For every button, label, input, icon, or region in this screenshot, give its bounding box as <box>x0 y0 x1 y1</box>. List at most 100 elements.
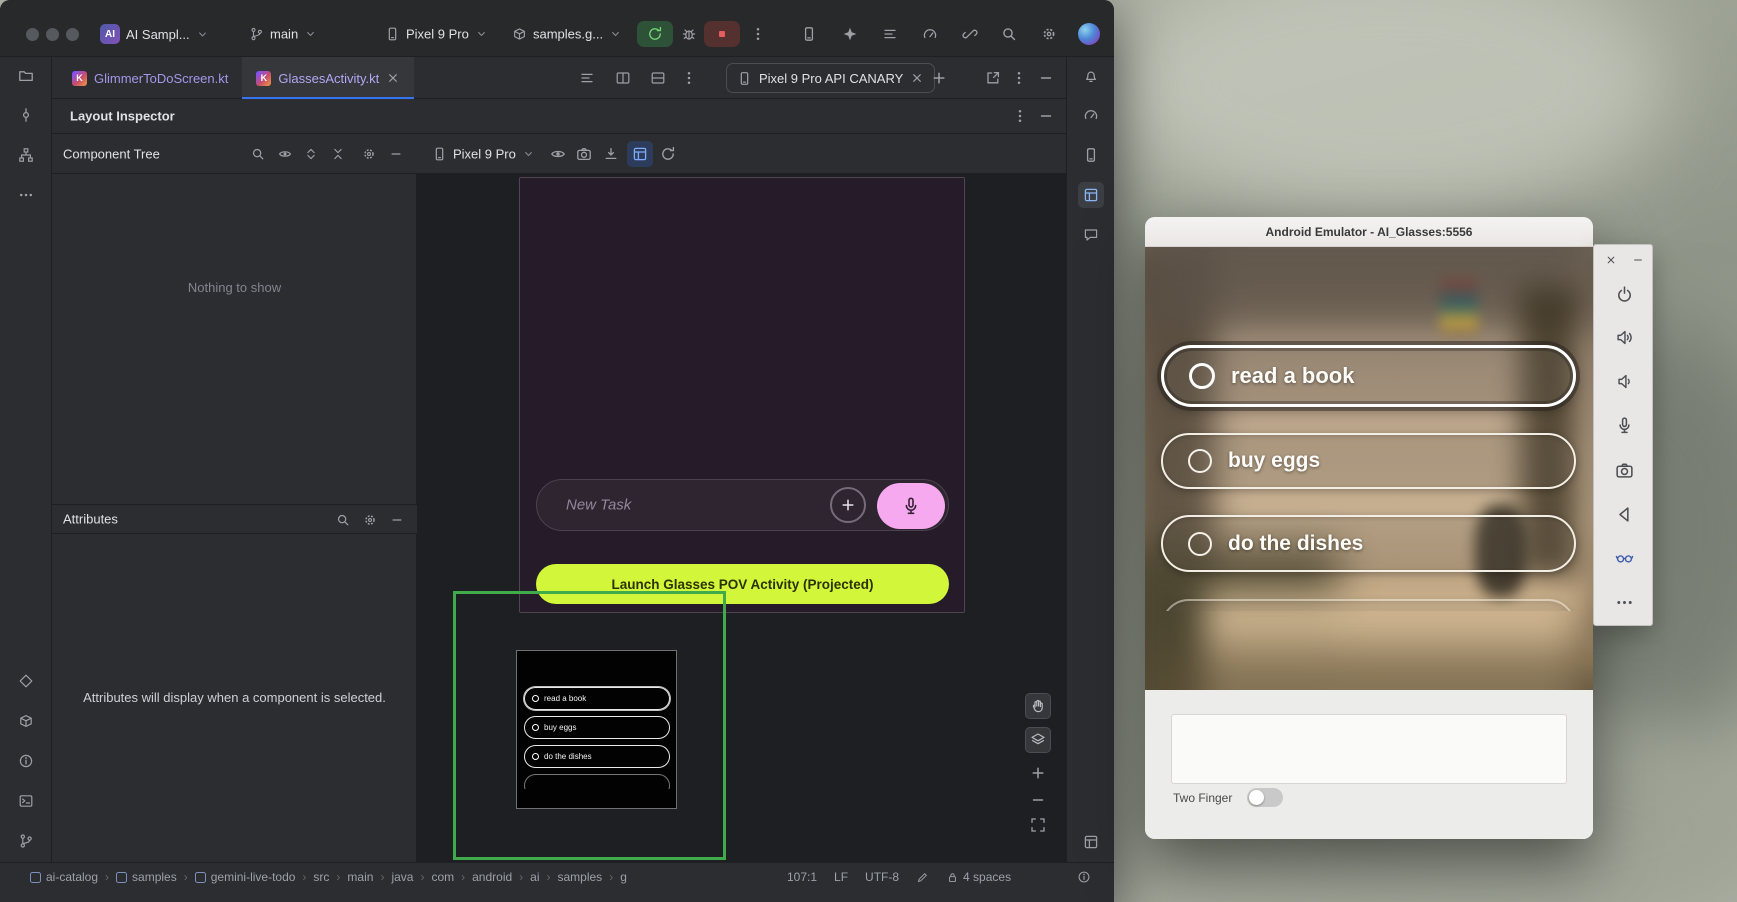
todo-checkbox-circle[interactable] <box>1188 449 1212 473</box>
microphone-button[interactable] <box>1611 412 1637 438</box>
open-in-window-button[interactable] <box>980 65 1006 91</box>
expand-all-button[interactable] <box>298 141 324 167</box>
refresh-render-button[interactable] <box>655 141 681 167</box>
close-tab-icon[interactable] <box>386 71 400 85</box>
volume-up-button[interactable] <box>1611 324 1637 350</box>
live-updates-button[interactable] <box>627 141 653 167</box>
tree-settings-button[interactable] <box>356 141 382 167</box>
services-tool-button[interactable] <box>13 668 39 694</box>
two-finger-toggle[interactable] <box>1247 788 1283 807</box>
power-button[interactable] <box>1611 281 1637 307</box>
launch-glasses-button[interactable]: Launch Glasses POV Activity (Projected) <box>536 564 949 604</box>
zoom-window-button[interactable] <box>66 28 79 41</box>
notifications-button[interactable] <box>1078 63 1104 89</box>
crumb-label[interactable]: g <box>620 870 627 884</box>
device-panel-options-button[interactable] <box>1006 65 1032 91</box>
editor-preview-button[interactable] <box>645 65 671 91</box>
close-device-tab-icon[interactable] <box>910 71 924 85</box>
inspections-widget[interactable] <box>1071 864 1097 890</box>
export-snapshot-button[interactable] <box>598 141 624 167</box>
tab-glasses-activity[interactable]: K GlassesActivity.kt <box>242 57 414 99</box>
render-visibility-button[interactable] <box>545 141 571 167</box>
profiler-button[interactable] <box>917 21 943 47</box>
camera-button[interactable] <box>1611 457 1637 483</box>
crumb-label[interactable]: java <box>391 870 413 884</box>
hide-attributes-button[interactable] <box>384 507 410 533</box>
run-more-options-button[interactable] <box>745 21 771 47</box>
attributes-search-button[interactable] <box>330 507 356 533</box>
crumb-label[interactable]: src <box>313 870 329 884</box>
run-configuration-selector[interactable]: samples.g... <box>512 27 622 42</box>
close-window-button[interactable] <box>26 28 39 41</box>
add-device-button[interactable] <box>926 65 952 91</box>
emulator-titlebar[interactable]: Android Emulator - AI_Glasses:5556 <box>1145 217 1593 247</box>
zoom-out-button[interactable] <box>1025 787 1051 813</box>
editor-options-button[interactable] <box>676 65 702 91</box>
tree-visibility-button[interactable] <box>272 141 298 167</box>
version-control-tool-button[interactable] <box>13 828 39 854</box>
rerun-button[interactable] <box>637 21 673 47</box>
glasses-display-button[interactable] <box>1611 544 1637 570</box>
minimize-window-button[interactable] <box>46 28 59 41</box>
line-separator-widget[interactable]: LF <box>834 870 848 884</box>
mini-todo-item[interactable]: do the dishes <box>524 745 670 768</box>
profiler-tool-button[interactable] <box>1078 102 1104 128</box>
split-editor-button[interactable] <box>610 65 636 91</box>
project-selector[interactable]: AI AI Sampl... <box>100 24 209 44</box>
editor-list-button[interactable] <box>574 65 600 91</box>
pan-mode-button[interactable] <box>1025 693 1051 719</box>
back-button[interactable] <box>1611 501 1637 527</box>
todo-item[interactable]: do the dishes <box>1161 515 1576 572</box>
tab-glimmer-todo-screen[interactable]: K GlimmerToDoScreen.kt <box>58 57 242 99</box>
new-task-input[interactable]: New Task <box>536 479 949 531</box>
stop-button[interactable] <box>704 21 740 47</box>
terminal-tool-button[interactable] <box>13 788 39 814</box>
hide-panel-button[interactable] <box>1033 103 1059 129</box>
logcat-button[interactable] <box>877 21 903 47</box>
app-quality-insights-button[interactable] <box>1078 222 1104 248</box>
build-tool-button[interactable] <box>13 708 39 734</box>
running-device-tab[interactable]: Pixel 9 Pro API CANARY <box>726 63 935 93</box>
mini-todo-item[interactable]: read a book <box>524 687 670 710</box>
emulator-close-button[interactable] <box>1598 247 1624 273</box>
hide-tree-button[interactable] <box>383 141 409 167</box>
zoom-in-button[interactable] <box>1025 760 1051 786</box>
device-manager-button[interactable] <box>1078 142 1104 168</box>
todo-item-focused[interactable]: read a book <box>1161 345 1576 407</box>
volume-down-button[interactable] <box>1611 368 1637 394</box>
panel-options-button[interactable] <box>1007 103 1033 129</box>
structure-tool-button[interactable] <box>13 142 39 168</box>
attributes-settings-button[interactable] <box>357 507 383 533</box>
running-devices-tool-button[interactable] <box>1078 829 1104 855</box>
caret-position-widget[interactable]: 107:1 <box>787 870 817 884</box>
zoom-to-fit-button[interactable] <box>1025 812 1051 838</box>
indent-widget[interactable]: 4 spaces <box>946 870 1011 884</box>
add-task-button[interactable] <box>830 487 866 523</box>
voice-input-button[interactable] <box>877 483 945 529</box>
hide-device-panel-button[interactable] <box>1033 65 1059 91</box>
crumb-label[interactable]: samples <box>132 870 177 884</box>
crumb-label[interactable]: ai <box>530 870 539 884</box>
todo-item[interactable]: buy eggs <box>1161 433 1576 489</box>
link-button[interactable] <box>957 21 983 47</box>
settings-button[interactable] <box>1036 21 1062 47</box>
vcs-branch-selector[interactable]: main <box>249 27 317 42</box>
device-mirror-button[interactable] <box>796 21 822 47</box>
layout-inspector-tool-button[interactable] <box>1078 182 1104 208</box>
breadcrumb[interactable]: ai-catalog samples gemini-live-todo src … <box>30 863 627 891</box>
debug-button[interactable] <box>676 21 702 47</box>
crumb-label[interactable]: com <box>431 870 454 884</box>
snapshot-button[interactable] <box>571 141 597 167</box>
todo-checkbox-circle[interactable] <box>1188 532 1212 556</box>
more-controls-button[interactable] <box>1611 589 1637 615</box>
crumb-label[interactable]: android <box>472 870 512 884</box>
crumb-label[interactable]: samples <box>558 870 603 884</box>
mini-todo-item[interactable]: buy eggs <box>524 716 670 739</box>
touch-input-area[interactable] <box>1171 714 1567 784</box>
encoding-widget[interactable]: UTF-8 <box>865 870 899 884</box>
device-selector[interactable]: Pixel 9 Pro <box>385 27 488 42</box>
gemini-button[interactable] <box>837 21 863 47</box>
todo-checkbox-circle[interactable] <box>1189 363 1215 389</box>
edit-mode-widget[interactable] <box>916 871 929 884</box>
project-tool-button[interactable] <box>13 63 39 89</box>
